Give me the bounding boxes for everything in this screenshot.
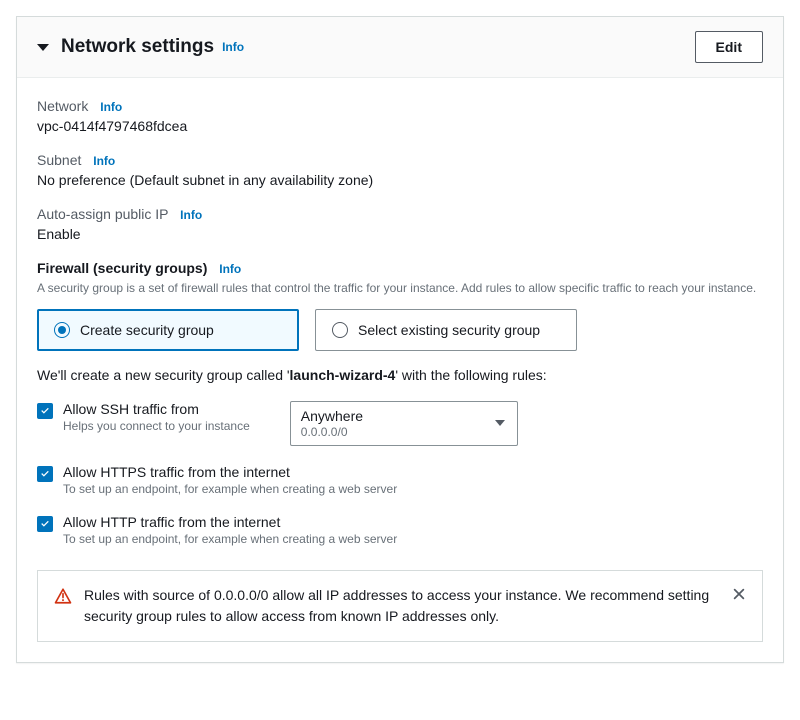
radio-select-label: Select existing security group [358,322,540,338]
radio-select-sg[interactable]: Select existing security group [315,309,577,351]
firewall-info-link[interactable]: Info [219,262,241,276]
autoip-field: Auto-assign public IP Info Enable [37,206,763,242]
autoip-value: Enable [37,226,763,242]
allow-https-row: Allow HTTPS traffic from the internet To… [37,464,763,496]
sg-sentence-pre: We'll create a new security group called… [37,367,290,383]
firewall-section: Firewall (security groups) Info A securi… [37,260,763,297]
panel-body: Network Info vpc-0414f4797468fdcea Subne… [17,78,783,662]
subnet-value: No preference (Default subnet in any ava… [37,172,763,188]
allow-https-label: Allow HTTPS traffic from the internet [63,464,397,480]
header-info-link[interactable]: Info [222,40,244,54]
network-value: vpc-0414f4797468fdcea [37,118,763,134]
check-icon [39,518,51,530]
network-info-link[interactable]: Info [100,100,122,114]
autoip-info-link[interactable]: Info [180,208,202,222]
sg-sentence-post: ' with the following rules: [395,367,546,383]
panel-header: Network settings Info Edit [17,17,783,78]
allow-https-checkbox[interactable] [37,466,53,482]
radio-icon [332,322,348,338]
network-settings-panel: Network settings Info Edit Network Info … [16,16,784,663]
allow-http-row: Allow HTTP traffic from the internet To … [37,514,763,546]
network-label: Network [37,98,88,114]
firewall-desc: A security group is a set of firewall ru… [37,280,763,297]
sg-name: launch-wizard-4 [290,367,396,383]
open-cidr-warning: Rules with source of 0.0.0.0/0 allow all… [37,570,763,642]
allow-http-label: Allow HTTP traffic from the internet [63,514,397,530]
ssh-source-label: Anywhere [301,408,507,424]
ssh-source-select[interactable]: Anywhere 0.0.0.0/0 [290,401,518,446]
panel-title: Network settings [61,36,214,58]
network-field: Network Info vpc-0414f4797468fdcea [37,98,763,134]
firewall-label: Firewall (security groups) [37,260,207,276]
check-icon [39,468,51,480]
radio-icon [54,322,70,338]
allow-ssh-row: Allow SSH traffic from Helps you connect… [37,401,763,446]
radio-create-label: Create security group [80,322,214,338]
allow-ssh-checkbox[interactable] [37,403,53,419]
allow-http-desc: To set up an endpoint, for example when … [63,532,397,546]
autoip-label: Auto-assign public IP [37,206,168,222]
allow-http-checkbox[interactable] [37,516,53,532]
subnet-field: Subnet Info No preference (Default subne… [37,152,763,188]
sg-sentence: We'll create a new security group called… [37,367,763,383]
warning-icon [54,587,72,608]
radio-create-sg[interactable]: Create security group [37,309,299,351]
allow-https-desc: To set up an endpoint, for example when … [63,482,397,496]
subnet-info-link[interactable]: Info [93,154,115,168]
allow-ssh-desc: Helps you connect to your instance [63,419,250,433]
close-icon [732,587,746,601]
warning-close-button[interactable] [732,587,746,604]
check-icon [39,405,51,417]
subnet-label: Subnet [37,152,81,168]
edit-button[interactable]: Edit [695,31,763,63]
sg-radio-group: Create security group Select existing se… [37,309,763,351]
allow-ssh-label: Allow SSH traffic from [63,401,250,417]
warning-text: Rules with source of 0.0.0.0/0 allow all… [84,585,720,627]
collapse-caret-icon[interactable] [37,44,49,51]
chevron-down-icon [495,420,505,426]
ssh-source-sub: 0.0.0.0/0 [301,425,507,439]
